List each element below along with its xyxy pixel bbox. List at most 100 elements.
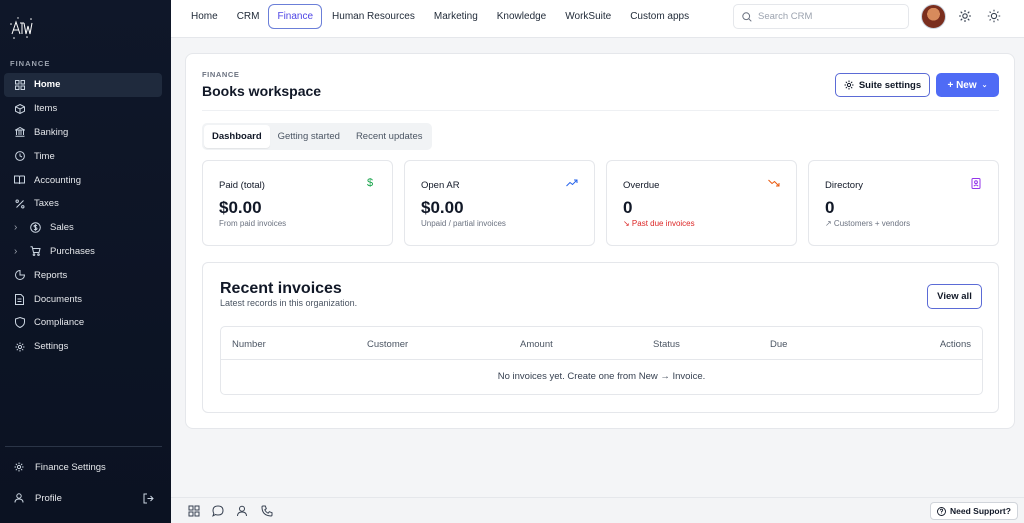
user-icon	[14, 493, 25, 504]
column-header-status[interactable]: Status	[653, 339, 680, 350]
finance-settings-link[interactable]: Finance Settings	[14, 462, 159, 473]
sidebar-item-label: Reports	[34, 269, 68, 281]
chat-icon[interactable]	[212, 505, 224, 517]
search-input[interactable]: Search CRM	[733, 4, 909, 29]
sidebar-item-banking[interactable]: Banking	[4, 121, 162, 145]
profile-link[interactable]: Profile	[14, 493, 159, 504]
empty-state-message: No invoices yet. Create one from New → I…	[497, 371, 706, 382]
sidebar-item-taxes[interactable]: Taxes	[4, 192, 162, 216]
workspace-panel: FINANCE Books workspace Suite settings +…	[185, 53, 1015, 429]
sidebar-item-label: Documents	[34, 293, 83, 305]
chevron-down-icon: ⌄	[981, 82, 988, 89]
tab-knowledge[interactable]: Knowledge	[497, 4, 546, 29]
sidebar-item-documents[interactable]: Documents	[4, 287, 162, 311]
view-all-button[interactable]: View all	[927, 284, 982, 309]
finance-settings-label: Finance Settings	[35, 462, 106, 473]
page-eyebrow: FINANCE	[202, 70, 240, 79]
tab-home[interactable]: Home	[191, 4, 218, 29]
sun-icon[interactable]	[987, 9, 1001, 23]
suite-settings-button[interactable]: Suite settings	[835, 73, 930, 97]
need-support-label: Need Support?	[950, 506, 1011, 516]
invoices-table: Number Customer Amount Status Due Action…	[220, 326, 983, 395]
bottom-bar: Need Support?	[171, 497, 1024, 523]
gear-icon	[14, 341, 25, 352]
sidebar-item-label: Banking	[34, 126, 69, 138]
column-header-amount[interactable]: Amount	[520, 339, 553, 350]
sidebar-item-accounting[interactable]: Accounting	[4, 168, 162, 192]
pie-chart-icon	[14, 270, 25, 281]
sidebar-item-settings[interactable]: Settings	[4, 335, 162, 359]
gear-icon	[844, 80, 854, 90]
book-icon	[14, 175, 25, 186]
divider	[202, 110, 999, 111]
view-tabs: Dashboard Getting started Recent updates	[202, 123, 433, 150]
sidebar-divider	[5, 446, 162, 447]
sidebar-item-purchases[interactable]: › Purchases	[4, 240, 162, 264]
stat-subtext: ↘ Past due invoices	[623, 219, 695, 228]
sidebar-nav: Home Items Banking Time Accounting Taxes…	[4, 73, 162, 359]
column-header-number[interactable]: Number	[232, 339, 266, 350]
tab-worksuite[interactable]: WorkSuite	[565, 4, 611, 29]
stat-subtext: From paid invoices	[219, 219, 287, 228]
tab-custom-apps[interactable]: Custom apps	[630, 4, 689, 29]
new-button-label: + New	[947, 79, 977, 91]
new-button[interactable]: + New ⌄	[936, 73, 999, 97]
shield-icon	[14, 317, 25, 329]
column-header-due[interactable]: Due	[770, 339, 787, 350]
sidebar-item-label: Sales	[50, 222, 74, 234]
avatar[interactable]	[921, 4, 946, 29]
sidebar-item-label: Home	[34, 79, 61, 91]
stat-label: Overdue	[623, 180, 660, 191]
sidebar: FINANCE Home Items Banking Time Accounti…	[0, 0, 171, 523]
dashboard-icon	[14, 79, 25, 90]
sidebar-item-compliance[interactable]: Compliance	[4, 311, 162, 335]
stat-label: Paid (total)	[219, 180, 265, 191]
stat-card-overdue: Overdue 0 ↘ Past due invoices	[606, 160, 797, 246]
stat-label: Directory	[825, 180, 864, 191]
sidebar-item-sales[interactable]: › Sales	[4, 216, 162, 240]
trend-up-icon	[566, 177, 578, 189]
tab-finance[interactable]: Finance	[268, 4, 323, 29]
bank-icon	[14, 127, 25, 138]
sidebar-item-time[interactable]: Time	[4, 144, 162, 168]
suite-settings-label: Suite settings	[858, 79, 922, 91]
chevron-right-icon: ›	[14, 222, 18, 234]
contact-book-icon	[970, 177, 982, 189]
stat-subtext: Unpaid / partial invoices	[421, 219, 506, 228]
recent-invoices-title: Recent invoices	[220, 280, 342, 297]
profile-label: Profile	[35, 493, 62, 504]
sidebar-item-reports[interactable]: Reports	[4, 263, 162, 287]
app-tabs: Home CRM Finance Human Resources Marketi…	[191, 4, 708, 29]
stat-value: $0.00	[219, 198, 262, 217]
column-header-customer[interactable]: Customer	[367, 339, 408, 350]
app-logo[interactable]	[7, 14, 35, 42]
tab-recent-updates[interactable]: Recent updates	[348, 125, 431, 148]
tab-dashboard[interactable]: Dashboard	[204, 125, 270, 148]
dollar-icon: $	[366, 177, 374, 189]
apps-grid-icon[interactable]	[188, 505, 200, 517]
sidebar-item-items[interactable]: Items	[4, 97, 162, 121]
sidebar-item-label: Accounting	[34, 174, 82, 186]
stat-card-directory: Directory 0 ↗ Customers + vendors	[808, 160, 999, 246]
sidebar-item-home[interactable]: Home	[4, 73, 162, 97]
dollar-circle-icon	[30, 222, 41, 233]
sidebar-item-label: Purchases	[50, 245, 95, 257]
gear-icon[interactable]	[958, 9, 972, 23]
help-icon	[937, 506, 946, 516]
logout-icon[interactable]	[143, 493, 154, 504]
stat-label: Open AR	[421, 180, 460, 191]
chevron-right-icon: ›	[14, 245, 18, 257]
phone-icon[interactable]	[261, 505, 273, 517]
tab-marketing[interactable]: Marketing	[434, 4, 478, 29]
user-icon[interactable]	[236, 505, 248, 517]
tab-crm[interactable]: CRM	[237, 4, 260, 29]
need-support-button[interactable]: Need Support?	[930, 502, 1018, 520]
sidebar-item-label: Time	[34, 150, 55, 162]
sidebar-item-label: Items	[34, 103, 58, 115]
column-header-actions: Actions	[939, 339, 971, 350]
trend-down-icon	[768, 177, 780, 189]
tab-human-resources[interactable]: Human Resources	[332, 4, 415, 29]
tab-getting-started[interactable]: Getting started	[270, 125, 348, 148]
document-icon	[14, 293, 25, 305]
percent-icon	[14, 198, 25, 209]
